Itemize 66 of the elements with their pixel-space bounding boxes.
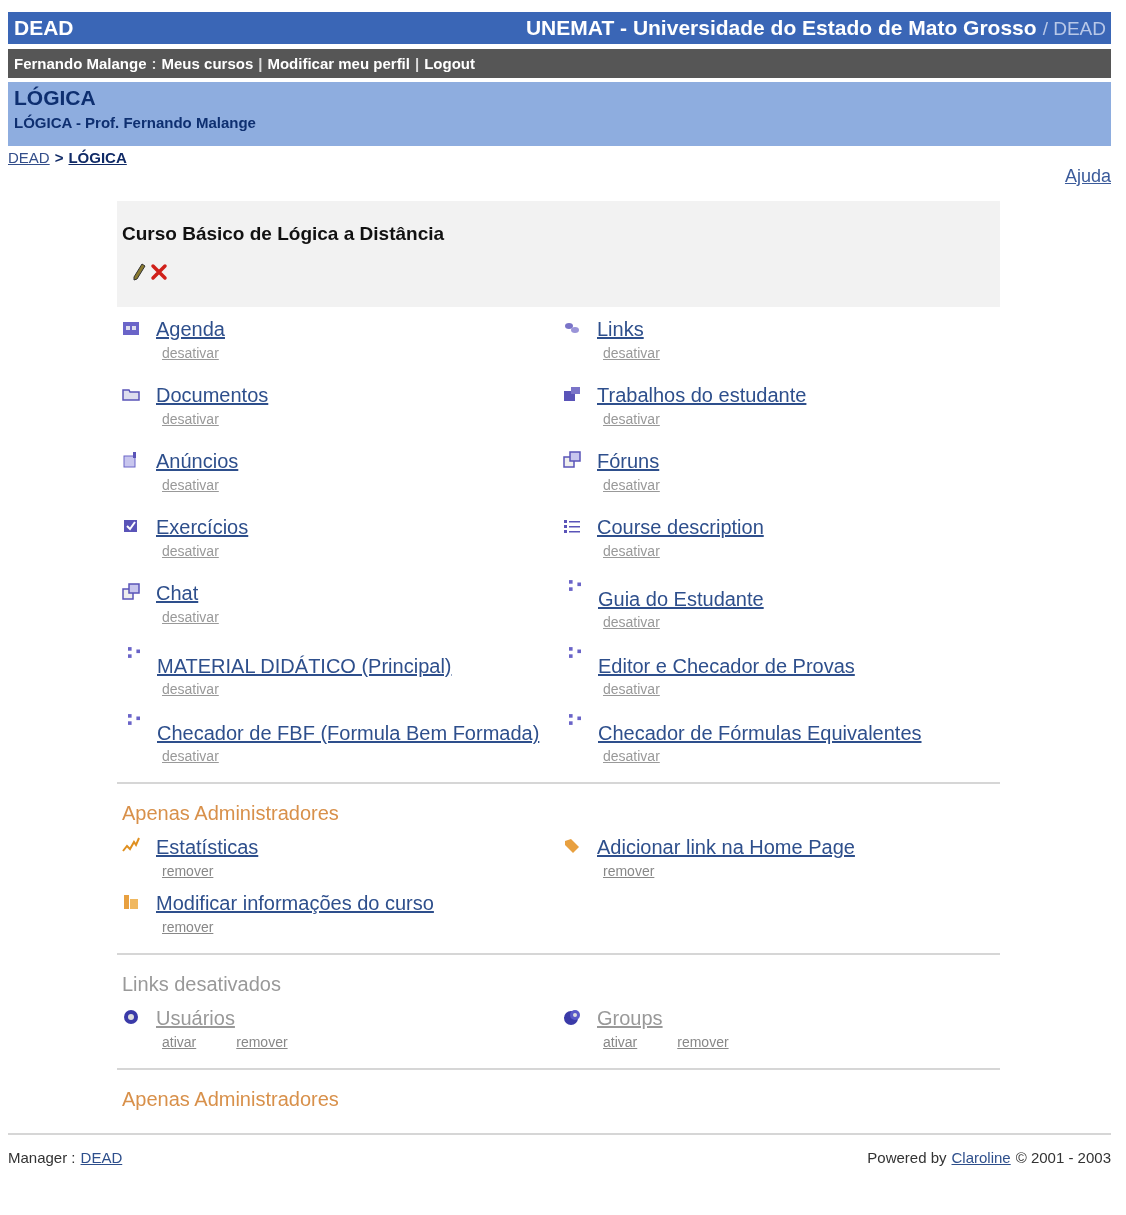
- calendar-icon: [122, 319, 140, 337]
- tool-link[interactable]: Checador de Fórmulas Equivalentes: [598, 722, 922, 744]
- dots-icon: [128, 647, 140, 658]
- user-menu-link[interactable]: Fernando Malange: [14, 55, 147, 72]
- action-link[interactable]: ativar: [162, 1034, 197, 1050]
- user-menu-link[interactable]: Modificar meu perfil: [267, 55, 410, 72]
- manager-link[interactable]: DEAD: [80, 1149, 123, 1166]
- action-link[interactable]: ativar: [603, 1034, 638, 1050]
- action-link[interactable]: remover: [677, 1034, 729, 1050]
- copyright-text: © 2001 - 2003: [1015, 1149, 1111, 1166]
- breadcrumb-separator: >: [54, 149, 64, 166]
- windows-icon: [563, 451, 581, 469]
- tool-link[interactable]: Trabalhos do estudante: [597, 384, 807, 406]
- course-intro-title: Curso Básico de Lógica a Distância: [122, 223, 446, 245]
- tool-link[interactable]: Checador de FBF (Formula Bem Formada): [157, 722, 540, 744]
- tool-link[interactable]: Chat: [156, 582, 199, 604]
- tool-link[interactable]: Adicionar link na Home Page: [597, 836, 855, 858]
- section-heading: Links desativados: [122, 973, 282, 996]
- breadcrumb-link[interactable]: DEAD: [8, 149, 50, 166]
- breadcrumb-link[interactable]: LÓGICA: [68, 149, 127, 166]
- users-icon: [563, 1008, 581, 1026]
- books-icon: [122, 893, 140, 911]
- tool-link[interactable]: MATERIAL DIDÁTICO (Principal): [157, 655, 452, 677]
- list-icon: [563, 517, 581, 535]
- pencil-icon[interactable]: [132, 263, 146, 281]
- tool-link[interactable]: Modificar informações do curso: [156, 892, 434, 914]
- user-menu-link[interactable]: Logout: [424, 55, 475, 72]
- course-title: LÓGICA: [14, 86, 97, 110]
- dots-icon: [569, 647, 581, 658]
- tool-link[interactable]: Links: [597, 318, 644, 340]
- action-link[interactable]: remover: [236, 1034, 288, 1050]
- section-heading: Apenas Administradores: [122, 1088, 340, 1111]
- tool-link[interactable]: Estatísticas: [156, 836, 259, 858]
- site-title: DEAD: [14, 16, 74, 40]
- action-link[interactable]: remover: [603, 863, 655, 879]
- windows-icon: [122, 583, 140, 601]
- tool-link[interactable]: Guia do Estudante: [598, 588, 764, 610]
- checkbox-icon: [122, 517, 140, 535]
- tool-link[interactable]: Course description: [597, 516, 764, 538]
- user-menu-link[interactable]: Meus cursos: [161, 55, 254, 72]
- tool-link[interactable]: Editor e Checador de Provas: [598, 655, 855, 677]
- tool-link[interactable]: Agenda: [156, 318, 225, 340]
- dots-icon: [128, 714, 140, 725]
- tool-link[interactable]: Documentos: [156, 384, 269, 406]
- delete-icon[interactable]: [150, 263, 168, 281]
- institution-name: UNEMAT - Universidade do Estado de Mato Grosso: [525, 16, 1037, 39]
- claroline-link[interactable]: Claroline: [951, 1149, 1011, 1166]
- tool-link[interactable]: Exercícios: [156, 516, 249, 538]
- action-link[interactable]: remover: [162, 919, 214, 935]
- section-heading: Apenas Administradores: [122, 802, 340, 825]
- course-subtitle: LÓGICA - Prof. Fernando Malange: [14, 114, 257, 131]
- help-link[interactable]: Ajuda: [1064, 166, 1111, 187]
- separator: :: [151, 55, 157, 72]
- manager-label: Manager :: [8, 1149, 76, 1166]
- institution-suffix: / DEAD: [1042, 18, 1106, 39]
- dots-icon: [569, 714, 581, 725]
- action-link[interactable]: remover: [162, 863, 214, 879]
- separator: |: [414, 55, 420, 72]
- user-icon: [122, 1008, 140, 1026]
- separator: |: [258, 55, 263, 72]
- tag-icon: [563, 837, 581, 855]
- tool-link[interactable]: Anúncios: [156, 450, 239, 472]
- tool-link[interactable]: Fóruns: [597, 450, 660, 472]
- dots-icon: [569, 580, 581, 591]
- powered-by-label: Powered by: [867, 1149, 947, 1166]
- group-icon: [563, 385, 581, 403]
